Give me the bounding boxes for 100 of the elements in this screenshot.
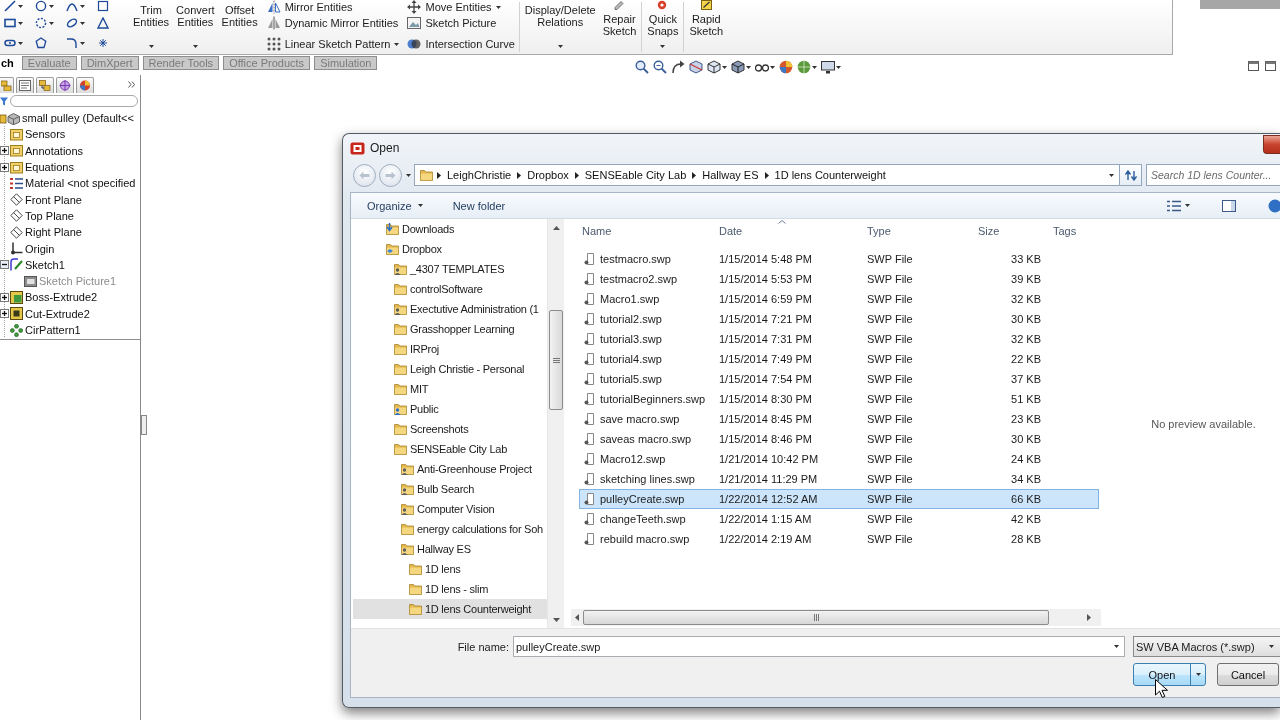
ribbon-button[interactable]: Display/Delete Relations	[522, 0, 598, 54]
double-chevron-icon[interactable]	[128, 80, 135, 88]
file-row[interactable]: tutorial3.swp 1/15/2014 7:31 PM SWP File 32 KB	[579, 329, 1099, 349]
ribbon-button[interactable]: Linear Sketch Pattern	[266, 37, 400, 51]
folder-item[interactable]: Computer Vision	[353, 499, 547, 519]
line-icon[interactable]	[4, 0, 16, 12]
breadcrumb-item[interactable]: LeighChristie	[445, 169, 514, 181]
chevron-icon[interactable]	[437, 171, 441, 179]
triangle-icon[interactable]	[97, 17, 109, 29]
chevron-icon[interactable]	[574, 171, 579, 179]
caret-icon[interactable]	[1195, 673, 1201, 676]
tree-item[interactable]: Material <not specified	[0, 175, 140, 192]
cancel-button[interactable]: Cancel	[1217, 663, 1279, 686]
monitor-icon[interactable]	[821, 60, 835, 74]
magnifier-icon[interactable]	[635, 60, 649, 74]
folder-item[interactable]: SENSEable City Lab	[353, 439, 547, 459]
tree-item[interactable]: Top Plane	[0, 207, 140, 225]
ribbon-button[interactable]: Intersection Curve	[407, 37, 515, 51]
caret-icon[interactable]	[1109, 173, 1114, 177]
preview-pane-icon[interactable]	[1222, 199, 1236, 212]
folder-item[interactable]: Bulb Search	[353, 479, 547, 499]
file-row[interactable]: rebuild macro.swp 1/22/2014 2:19 AM SWP File 28 KB	[579, 529, 1099, 549]
magnifier-icon[interactable]	[653, 60, 667, 74]
cube-icon[interactable]	[731, 60, 745, 74]
caret-icon[interactable]	[18, 4, 23, 8]
search-field[interactable]: Search 1D lens Counter...	[1146, 164, 1280, 186]
column-header[interactable]: Tags	[1042, 220, 1101, 242]
tree-item[interactable]: Origin	[0, 240, 140, 257]
folder-item[interactable]: Exectutive Administration (1	[353, 299, 547, 319]
breadcrumb-item[interactable]: Hallway ES	[700, 169, 761, 181]
rectangle-icon[interactable]	[4, 17, 16, 29]
slot-icon[interactable]	[4, 37, 16, 49]
folder-item[interactable]: Public	[353, 399, 547, 419]
caret-icon[interactable]	[495, 5, 501, 9]
plus-box-icon[interactable]	[0, 309, 9, 319]
plus-box-icon[interactable]	[0, 146, 9, 156]
minus-box-icon[interactable]	[0, 260, 9, 270]
chevron-icon[interactable]	[764, 171, 769, 179]
folder-item[interactable]: MIT	[353, 379, 547, 399]
folder-item[interactable]: 1D lens - slim	[353, 579, 547, 599]
file-row[interactable]: sketching lines.swp 1/21/2014 11:29 PM SWP File 34 KB	[579, 469, 1099, 489]
window-icon[interactable]	[1248, 61, 1259, 71]
panel-tab[interactable]	[36, 77, 54, 93]
caret-icon[interactable]	[812, 65, 817, 69]
address-bar[interactable]: LeighChristie Dropbox SENSEable City Lab Hallway ES 1D lens Counterweight	[414, 164, 1120, 186]
folder-item[interactable]: Leigh Christie - Personal	[353, 359, 547, 379]
folder-item[interactable]: _4307 TEMPLATES	[353, 259, 547, 279]
filter-field[interactable]	[10, 95, 138, 107]
ellipse-icon[interactable]	[66, 17, 78, 29]
left-arrow-icon[interactable]	[575, 614, 579, 621]
toolbar-button[interactable]: New folder	[446, 194, 512, 217]
window-icon[interactable]	[1265, 61, 1276, 71]
tree-item[interactable]: Equations	[0, 158, 140, 176]
tree-item[interactable]: Annotations	[0, 142, 140, 159]
funnel-icon[interactable]	[0, 96, 8, 106]
folder-item[interactable]: controlSoftware	[353, 279, 547, 299]
panel-tab[interactable]	[16, 77, 34, 93]
panel-tab[interactable]	[0, 77, 14, 93]
caret-icon[interactable]	[49, 4, 54, 8]
file-row[interactable]: Macro12.swp 1/21/2014 10:42 PM SWP File 24 KB	[579, 449, 1099, 469]
close-button[interactable]	[1263, 135, 1280, 154]
ribbon-button[interactable]: Convert Entities	[174, 0, 217, 54]
caret-icon[interactable]	[722, 65, 727, 69]
folder-item[interactable]: Grasshopper Learning	[353, 319, 547, 339]
ribbon-button[interactable]: Sketch Picture	[407, 16, 515, 30]
tree-item[interactable]: Front Plane	[0, 191, 140, 208]
file-row[interactable]: saveas macro.swp 1/15/2014 8:46 PM SWP File 30 KB	[579, 429, 1099, 449]
caret-icon[interactable]	[18, 21, 23, 25]
folder-item[interactable]: 1D lens Counterweight	[353, 599, 547, 619]
file-row[interactable]: tutorialBeginners.swp 1/15/2014 8:30 PM SWP File 51 KB	[579, 389, 1099, 409]
caret-icon[interactable]	[1114, 645, 1119, 648]
folder-item[interactable]: 1D lens	[353, 559, 547, 579]
folder-item[interactable]: Screenshots	[353, 419, 547, 439]
ribbon-button[interactable]: Mirror Entities	[266, 0, 400, 14]
file-row[interactable]: testmacro2.swp 1/15/2014 5:53 PM SWP File 39 KB	[579, 269, 1099, 289]
vertical-scrollbar[interactable]	[547, 219, 564, 628]
breadcrumb-item[interactable]: SENSEable City Lab	[582, 169, 689, 181]
scrollbar-thumb[interactable]	[583, 610, 1049, 625]
scrollbar-thumb[interactable]	[549, 310, 563, 410]
tree-item[interactable]: CirPattern1	[0, 321, 140, 339]
folder-item[interactable]: Anti-Greenhouse Project	[353, 459, 547, 479]
tree-item[interactable]: small pulley (Default<<	[0, 110, 140, 127]
folder-item[interactable]: Hallway ES	[353, 539, 547, 559]
column-header[interactable]: Type	[856, 220, 967, 242]
open-button[interactable]: Open	[1133, 663, 1206, 686]
file-name-field[interactable]: pulleyCreate.swp	[513, 636, 1125, 657]
caret-icon[interactable]	[192, 45, 198, 48]
point-icon[interactable]	[97, 37, 109, 49]
caret-icon[interactable]	[1185, 204, 1190, 207]
quartered-circle-icon[interactable]	[779, 60, 793, 74]
caret-icon[interactable]	[557, 45, 563, 48]
dashed-circle-icon[interactable]	[35, 17, 47, 29]
right-arrow-icon[interactable]	[1087, 614, 1091, 621]
arc-icon[interactable]	[66, 0, 78, 12]
file-type-dropdown[interactable]: SW VBA Macros (*.swp)	[1133, 636, 1280, 657]
section-cube-icon[interactable]	[689, 60, 703, 74]
ribbon-button[interactable]: Dynamic Mirror Entities	[266, 16, 400, 30]
caret-icon[interactable]	[49, 21, 54, 25]
file-row[interactable]: changeTeeth.swp 1/22/2014 1:15 AM SWP File 42 KB	[579, 509, 1099, 529]
tree-item[interactable]: Sketch1	[0, 256, 140, 273]
